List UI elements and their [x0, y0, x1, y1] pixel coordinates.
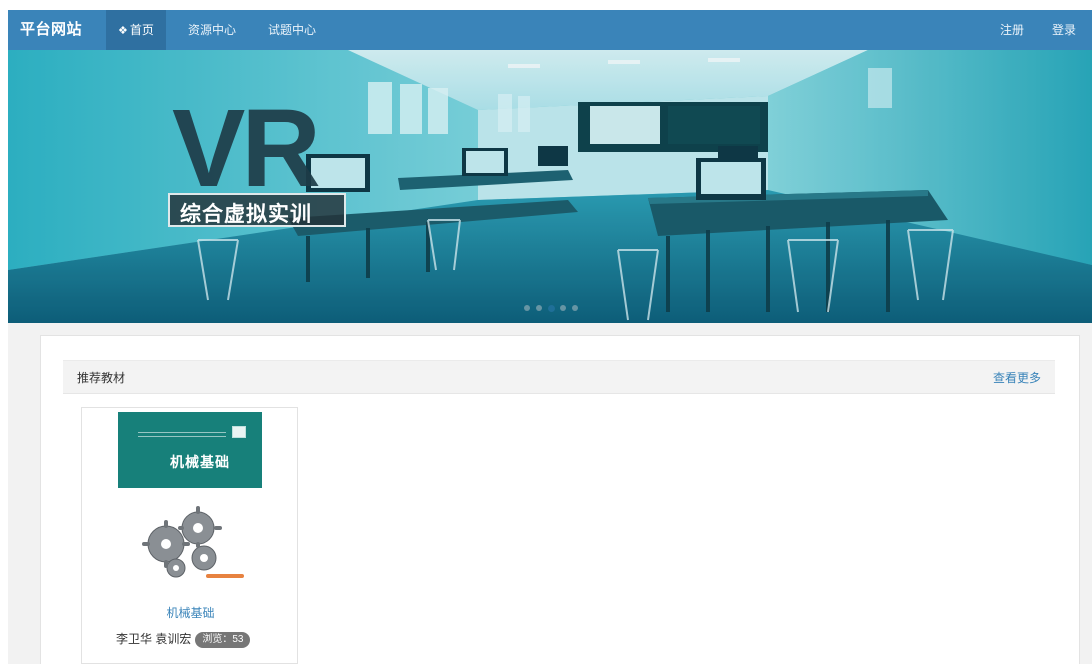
cover-title: 机械基础	[170, 454, 230, 470]
nav-item-resources-label: 资源中心	[188, 23, 237, 37]
banner-subtitle: 综合虚拟实训	[180, 203, 312, 226]
nav-item-home-label: 首页	[129, 23, 154, 37]
page-frame: 平台网站 ❖ 首页 资源中心 试题中心 注册 登录 VR 综合虚拟实训 推荐教材…	[8, 10, 1092, 664]
home-icon: ❖	[118, 25, 128, 37]
view-more-link[interactable]: 查看更多	[993, 361, 1041, 395]
nav-item-home[interactable]: ❖ 首页	[106, 10, 166, 50]
brand-logo[interactable]: 平台网站	[20, 10, 82, 50]
banner-carousel[interactable]: VR 综合虚拟实训	[8, 50, 1092, 323]
nav-item-exams-label: 试题中心	[268, 23, 317, 37]
book-card[interactable]: 机械基础 机械基础 李卫华 袁训宏 浏览：53	[81, 407, 298, 664]
book-title-link[interactable]: 机械基础	[82, 604, 299, 621]
gears-icon	[142, 506, 222, 578]
nav-item-exams[interactable]: 试题中心	[256, 10, 328, 50]
top-navbar: 平台网站 ❖ 首页 资源中心 试题中心 注册 登录	[8, 10, 1092, 50]
banner-subtitle-box: 综合虚拟实训	[168, 193, 346, 227]
section-header: 推荐教材 查看更多	[63, 360, 1055, 394]
banner-headline: VR	[172, 87, 321, 210]
carousel-dot[interactable]	[524, 305, 530, 311]
carousel-dot[interactable]	[560, 305, 566, 311]
cover-band: 机械基础	[118, 412, 262, 488]
section-title: 推荐教材	[77, 371, 126, 385]
carousel-dot[interactable]	[572, 305, 578, 311]
content-panel: 推荐教材 查看更多 机械基础 机械基础 李卫华 袁训宏 浏览：53	[40, 335, 1080, 664]
login-link[interactable]: 登录	[1040, 10, 1088, 50]
book-authors: 李卫华 袁训宏	[116, 632, 192, 646]
view-count-badge: 浏览：53	[195, 631, 251, 648]
nav-item-resources[interactable]: 资源中心	[176, 10, 248, 50]
book-cover-image[interactable]: 机械基础	[118, 412, 262, 592]
carousel-dot[interactable]	[536, 305, 542, 311]
banner-image	[8, 50, 1092, 323]
publisher-logo	[206, 574, 244, 578]
cover-decoration	[138, 432, 226, 442]
cover-logo-icon	[232, 426, 246, 438]
book-meta: 李卫华 袁训宏 浏览：53	[116, 630, 251, 648]
carousel-dot-active[interactable]	[548, 304, 555, 312]
register-link[interactable]: 注册	[988, 10, 1036, 50]
